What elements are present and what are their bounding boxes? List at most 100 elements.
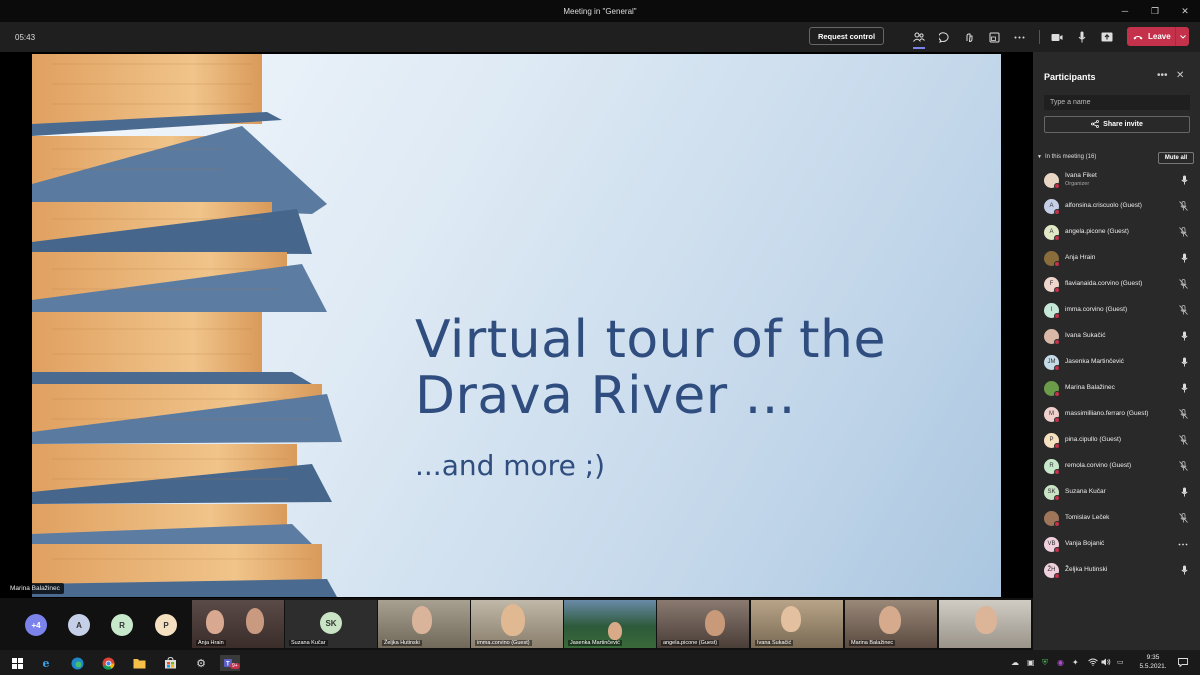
microphone-icon[interactable] bbox=[1181, 383, 1188, 395]
microphone-muted-icon[interactable] bbox=[1179, 279, 1188, 291]
video-tile[interactable]: Željka Hutinski bbox=[378, 600, 470, 648]
video-tile[interactable]: Anja Hrain bbox=[192, 600, 284, 648]
participant-row[interactable]: JM Jasenka Martinčević bbox=[1033, 349, 1200, 375]
participant-row[interactable]: SK Suzana Kučar bbox=[1033, 479, 1200, 505]
more-options-icon[interactable] bbox=[1178, 539, 1188, 548]
participant-bubble[interactable]: R bbox=[111, 614, 133, 636]
restore-icon[interactable]: ❐ bbox=[1140, 0, 1170, 22]
share-invite-button[interactable]: Share invite bbox=[1044, 116, 1190, 133]
participant-row[interactable]: Anja Hrain bbox=[1033, 245, 1200, 271]
microphone-icon[interactable] bbox=[1181, 487, 1188, 499]
language-icon[interactable]: ▭ bbox=[1117, 658, 1124, 666]
video-tile[interactable]: imma.corvino (Guest) bbox=[471, 600, 563, 648]
slide-subtitle: ...and more ;) bbox=[415, 449, 606, 482]
participant-search-input[interactable] bbox=[1044, 95, 1190, 110]
participant-avatar bbox=[1044, 510, 1060, 527]
security-shield-icon[interactable]: ⛨ bbox=[1042, 658, 1048, 668]
microphone-icon[interactable] bbox=[1074, 29, 1090, 45]
participant-row[interactable]: Fflavianaida.corvino (Guest) bbox=[1033, 271, 1200, 297]
avatar-initials: F bbox=[1049, 281, 1054, 287]
participant-row[interactable]: Mmassimilliano.ferraro (Guest) bbox=[1033, 401, 1200, 427]
minimize-icon[interactable]: ─ bbox=[1110, 0, 1140, 22]
participant-row[interactable]: Aalfonsina.criscuolo (Guest) bbox=[1033, 193, 1200, 219]
participant-row[interactable]: Tomislav Leček bbox=[1033, 505, 1200, 531]
participant-avatar bbox=[1044, 172, 1060, 189]
participant-row[interactable]: Aangela.picone (Guest) bbox=[1033, 219, 1200, 245]
participant-row[interactable]: Ivana Sukačić bbox=[1033, 323, 1200, 349]
microphone-muted-icon[interactable] bbox=[1179, 305, 1188, 317]
participant-bubble[interactable]: A bbox=[68, 614, 90, 636]
overflow-participants-bubble[interactable]: +4 bbox=[25, 614, 47, 636]
participant-face bbox=[501, 604, 525, 636]
video-tile[interactable]: Marina Balažinec bbox=[845, 600, 937, 648]
participant-face bbox=[608, 622, 622, 640]
store-icon[interactable] bbox=[162, 655, 178, 671]
panel-more-options-icon[interactable]: ••• bbox=[1157, 70, 1168, 81]
participant-avatar: F bbox=[1044, 276, 1060, 293]
app-tray-icon[interactable]: ◉ bbox=[1057, 658, 1064, 667]
microphone-muted-icon[interactable] bbox=[1179, 227, 1188, 239]
teams-taskbar-icon[interactable]: T 9+ bbox=[220, 655, 240, 671]
participant-row[interactable]: Marina Balažinec bbox=[1033, 375, 1200, 401]
edge-icon[interactable] bbox=[69, 655, 85, 671]
microphone-muted-icon[interactable] bbox=[1179, 201, 1188, 213]
participant-row[interactable]: Iimma.corvino (Guest) bbox=[1033, 297, 1200, 323]
internet-explorer-icon[interactable]: e bbox=[38, 655, 54, 671]
participant-avatar: R bbox=[1044, 458, 1060, 475]
wifi-signal-icon[interactable] bbox=[1088, 658, 1098, 668]
file-explorer-icon[interactable] bbox=[131, 655, 147, 671]
breakout-rooms-icon[interactable] bbox=[986, 29, 1002, 45]
participants-icon[interactable] bbox=[911, 29, 927, 49]
status-dot-icon bbox=[1054, 520, 1060, 527]
reactions-icon[interactable] bbox=[961, 29, 977, 45]
participant-row[interactable]: VB Vanja Bojanić bbox=[1033, 531, 1200, 557]
microphone-muted-icon[interactable] bbox=[1179, 461, 1188, 473]
close-window-icon[interactable]: ✕ bbox=[1170, 0, 1200, 22]
panel-close-icon[interactable]: ✕ bbox=[1176, 70, 1184, 81]
participant-row[interactable]: Ivana Fiket Organizer bbox=[1033, 167, 1200, 193]
chrome-icon[interactable] bbox=[100, 655, 116, 671]
microphone-icon[interactable] bbox=[1181, 357, 1188, 369]
microphone-icon[interactable] bbox=[1181, 331, 1188, 343]
participant-bubble[interactable]: P bbox=[155, 614, 177, 636]
leave-button[interactable]: Leave bbox=[1127, 27, 1189, 46]
windows-start-icon[interactable] bbox=[9, 655, 25, 671]
video-tile[interactable]: SK Suzana Kučar bbox=[285, 600, 377, 648]
settings-gear-icon[interactable]: ⚙ bbox=[193, 655, 209, 671]
video-tile[interactable]: angela.picone (Guest) bbox=[657, 600, 749, 648]
microphone-muted-icon[interactable] bbox=[1179, 435, 1188, 447]
more-actions-icon[interactable] bbox=[1011, 29, 1027, 45]
network-status-icon[interactable]: ▣ bbox=[1027, 658, 1035, 667]
request-control-button[interactable]: Request control bbox=[809, 27, 884, 45]
share-icon bbox=[1091, 119, 1100, 130]
participant-name: angela.picone (Guest) bbox=[1065, 228, 1129, 235]
system-clock[interactable]: 9:35 5.5.2021. bbox=[1133, 653, 1173, 671]
leave-options-chevron-icon[interactable] bbox=[1175, 27, 1189, 46]
participant-row[interactable]: Rremola.corvino (Guest) bbox=[1033, 453, 1200, 479]
microphone-icon[interactable] bbox=[1181, 175, 1188, 187]
camera-icon[interactable] bbox=[1049, 29, 1065, 45]
video-tile[interactable] bbox=[939, 600, 1031, 648]
onedrive-icon[interactable]: ☁ bbox=[1011, 658, 1019, 667]
microphone-muted-icon[interactable] bbox=[1179, 409, 1188, 421]
video-tile[interactable]: Jasenka Martinčević bbox=[564, 600, 656, 648]
participants-panel: Participants ••• ✕ Share invite ▼ In thi… bbox=[1033, 52, 1200, 650]
microphone-muted-icon[interactable] bbox=[1179, 513, 1188, 525]
participant-avatar: A bbox=[1044, 198, 1060, 215]
chat-icon[interactable] bbox=[936, 29, 952, 45]
wifi-icon[interactable]: ✦ bbox=[1072, 658, 1079, 667]
notifications-icon[interactable] bbox=[1178, 658, 1188, 669]
microphone-icon[interactable] bbox=[1181, 565, 1188, 577]
microphone-icon[interactable] bbox=[1181, 253, 1188, 265]
participant-name: Vanja Bojanić bbox=[1065, 540, 1105, 547]
participant-info: Ivana Sukačić bbox=[1065, 332, 1105, 340]
tile-name: imma.corvino (Guest) bbox=[475, 640, 532, 646]
participant-row[interactable]: ŽH Željka Hutinski bbox=[1033, 557, 1200, 583]
in-meeting-section-toggle[interactable]: ▼ In this meeting (16) bbox=[1037, 154, 1096, 160]
mute-all-button[interactable]: Mute all bbox=[1158, 152, 1194, 164]
video-tile[interactable]: Ivana Sukačić bbox=[751, 600, 843, 648]
participant-row[interactable]: Ppina.cipullo (Guest) bbox=[1033, 427, 1200, 453]
share-screen-icon[interactable] bbox=[1099, 29, 1115, 45]
participant-name: Željka Hutinski bbox=[1065, 566, 1108, 573]
volume-icon[interactable] bbox=[1101, 658, 1111, 668]
